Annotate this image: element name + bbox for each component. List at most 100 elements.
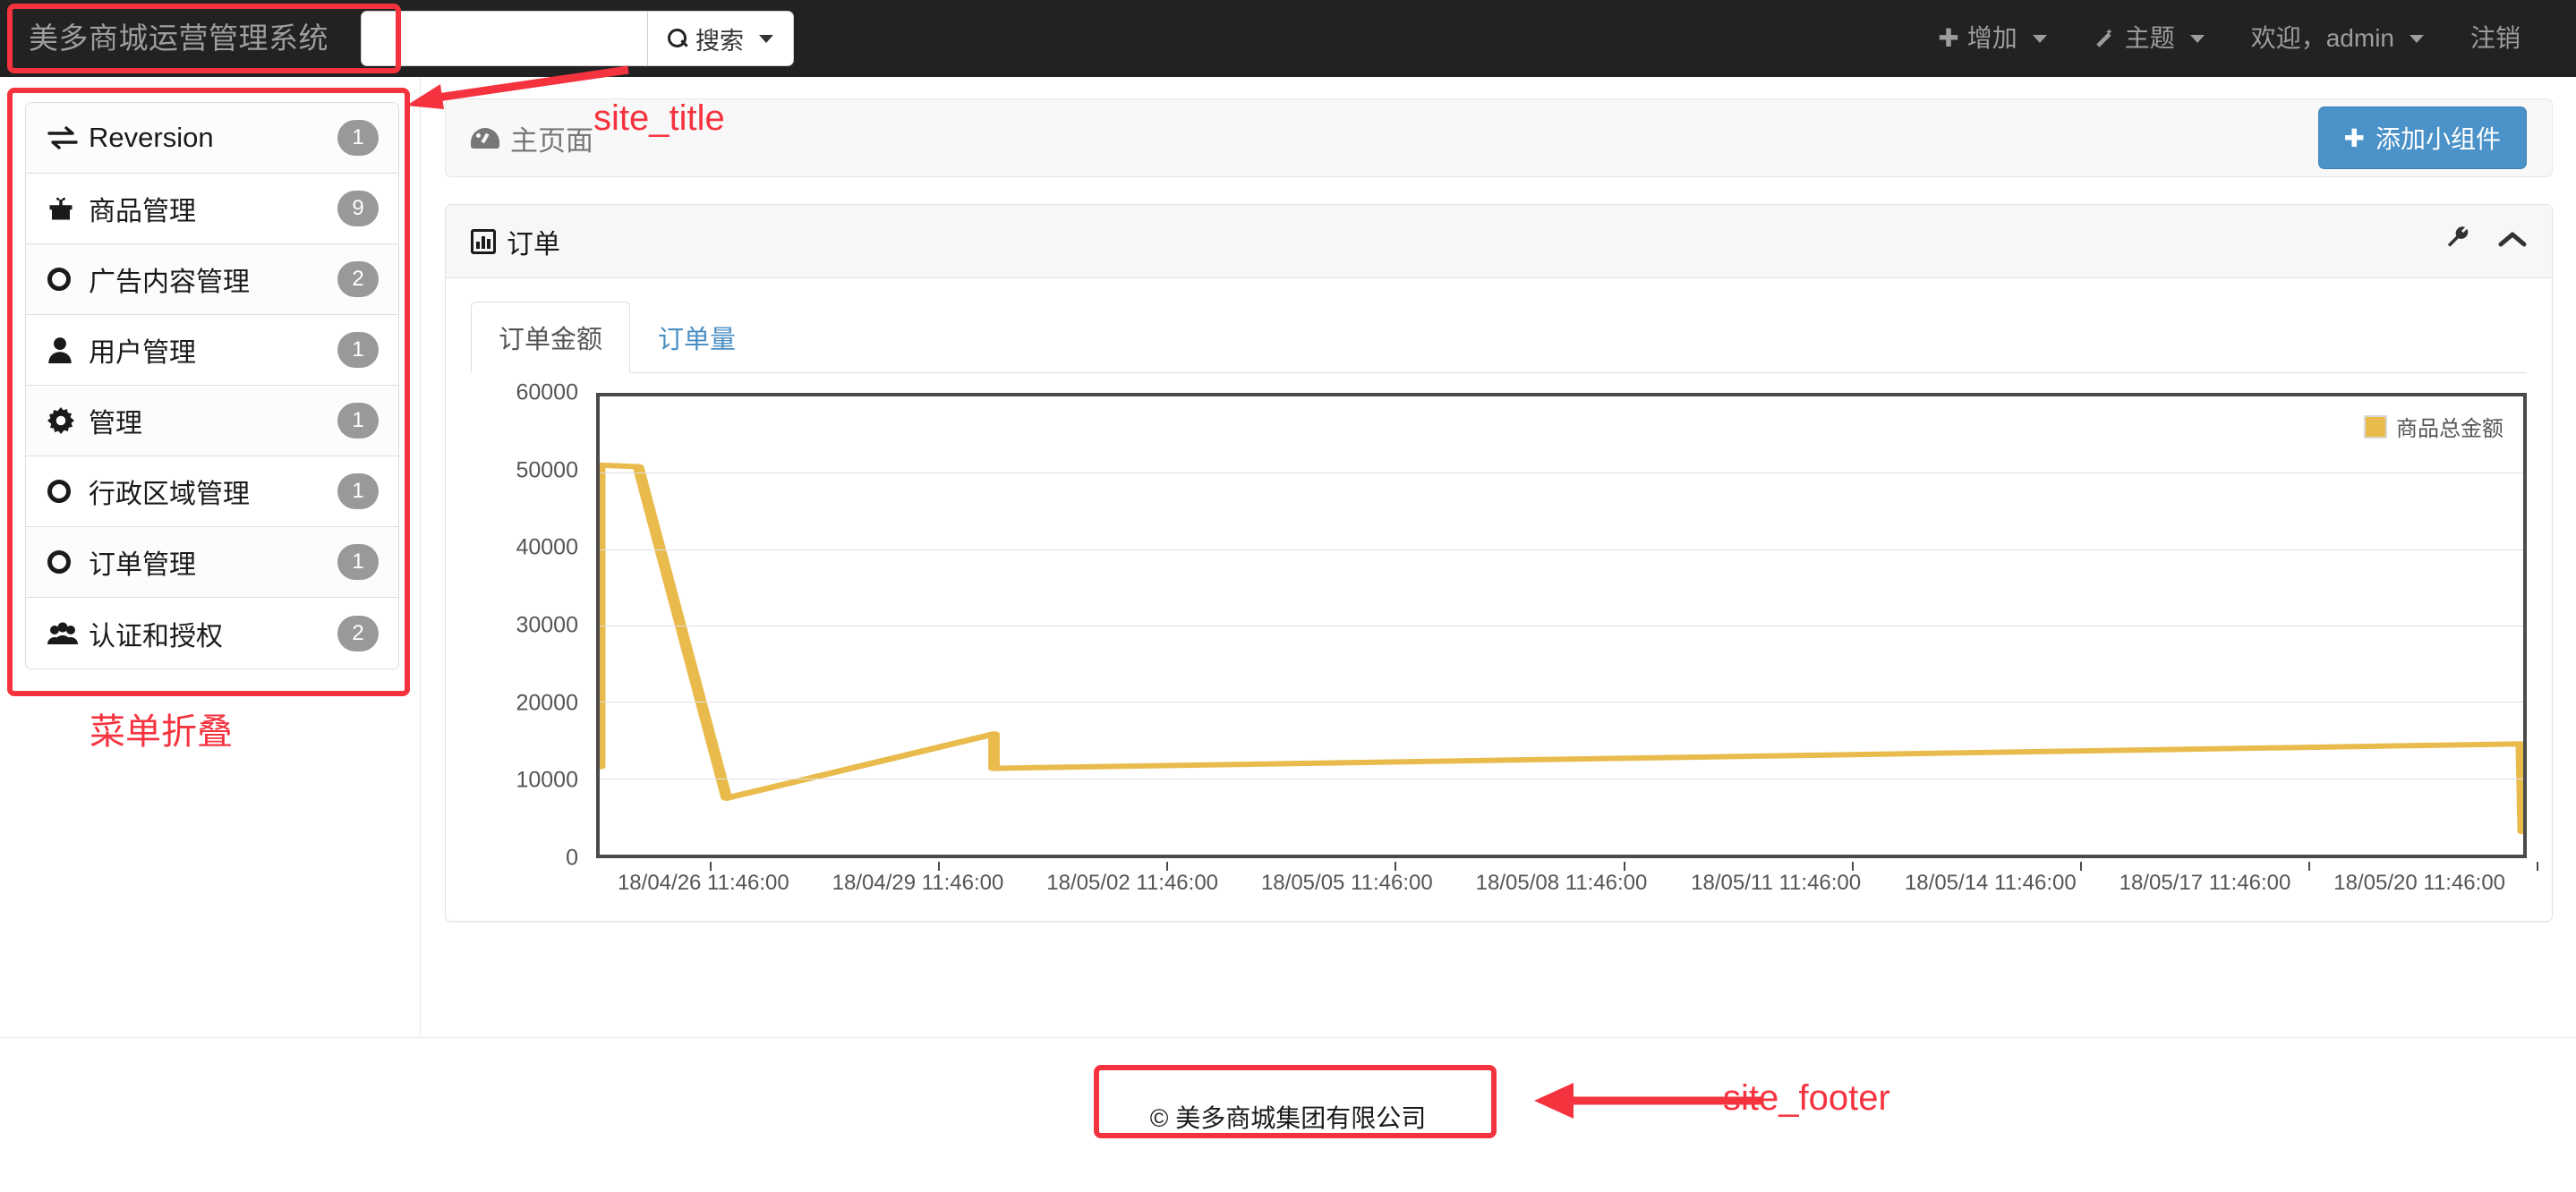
x-axis-tick	[1395, 862, 1397, 871]
y-tick-label: 0	[566, 845, 578, 871]
nav-item-logout-label: 注销	[2469, 24, 2521, 52]
series-商品总金额	[593, 462, 2529, 835]
x-tick-label: 18/04/26 11:46:00	[617, 871, 789, 895]
legend-label: 商品总金额	[2396, 417, 2503, 441]
orders-panel: 订单 订单金额 订单量 0 10000 20000 30000 40000 50…	[445, 204, 2553, 922]
circle-icon	[47, 550, 85, 574]
magic-wand-icon	[2095, 29, 2112, 47]
nav-item-add-label: 增加	[1966, 24, 2017, 52]
sidebar-item-label: 行政区域管理	[89, 480, 250, 509]
site-footer: © 美多商城集团有限公司	[0, 1037, 2576, 1192]
x-tick-label: 18/05/11 11:46:00	[1691, 871, 1862, 895]
sidebar-item-product-management[interactable]: 商品管理 9	[26, 174, 398, 244]
panel-body: 订单金额 订单量 0 10000 20000 30000 40000 50000 60000…	[446, 278, 2552, 921]
nav-item-add[interactable]: ✚ 增加	[1915, 0, 2069, 77]
chart-x-axis: 18/04/26 11:46:00 18/04/29 11:46:00 18/05/…	[596, 871, 2527, 907]
x-axis-tick	[2308, 862, 2311, 871]
sidebar-item-badge: 1	[337, 120, 379, 156]
sidebar-item-auth[interactable]: 认证和授权 2	[26, 598, 398, 668]
sidebar-item-badge: 2	[337, 615, 379, 651]
sidebar-item-region-management[interactable]: 行政区域管理 1	[26, 456, 398, 527]
x-axis-tick	[937, 862, 940, 871]
chart-y-axis: 0 10000 20000 30000 40000 50000 60000	[471, 380, 589, 871]
app-root: 美多商城运营管理系统 搜索 ✚ 增加 主题 欢迎，admin 注销 Revers…	[0, 0, 2576, 1192]
y-tick-label: 50000	[516, 457, 578, 483]
sidebar-item-label: 管理	[89, 409, 142, 438]
sidebar-item-label: 订单管理	[89, 550, 196, 580]
chevron-down-icon	[2032, 34, 2047, 43]
sidebar-item-badge: 1	[337, 403, 379, 438]
nav-item-user-label: 欢迎，admin	[2250, 24, 2394, 52]
x-axis-tick	[1166, 862, 1169, 871]
chevron-down-icon	[759, 34, 773, 43]
tab-order-count[interactable]: 订单量	[630, 302, 763, 373]
panel-title-text: 订单	[507, 229, 560, 260]
search-button-label: 搜索	[695, 27, 744, 55]
plus-icon: ✚	[1938, 24, 1959, 52]
chart-tabs: 订单金额 订单量	[471, 302, 2527, 373]
x-tick-label: 18/05/05 11:46:00	[1260, 871, 1433, 895]
chevron-down-icon	[2189, 34, 2205, 43]
add-widget-button[interactable]: ✚ 添加小组件	[2317, 106, 2527, 169]
x-axis-tick	[2537, 862, 2539, 871]
nav-item-theme[interactable]: 主题	[2070, 0, 2228, 77]
circle-icon	[47, 480, 85, 503]
sidebar-item-badge: 1	[337, 473, 379, 509]
y-tick-label: 60000	[516, 379, 578, 405]
sidebar: Reversion 1 商品管理 9 广告内容管理 2 用户管理 1 管理 1 …	[0, 77, 421, 1036]
nav-item-logout[interactable]: 注销	[2447, 0, 2544, 77]
plus-icon: ✚	[2343, 123, 2365, 152]
dashboard-icon	[471, 127, 499, 149]
circle-icon	[47, 268, 85, 291]
panel-title: 订单	[471, 222, 560, 261]
sidebar-item-ad-content-management[interactable]: 广告内容管理 2	[26, 244, 398, 315]
footer-text: © 美多商城集团有限公司	[1149, 1104, 1427, 1132]
y-tick-label: 40000	[516, 534, 578, 560]
wrench-icon[interactable]	[2444, 226, 2471, 257]
main-content: 主页面 ✚ 添加小组件 订单 订单金额 订单量 0 10000 20000 30…	[422, 77, 2576, 1036]
chart-legend: 商品总金额	[2358, 407, 2509, 446]
sidebar-item-label: Reversion	[89, 122, 214, 153]
nav-item-user[interactable]: 欢迎，admin	[2228, 0, 2447, 77]
sidebar-item-reversion[interactable]: Reversion 1	[26, 103, 398, 174]
y-tick-label: 20000	[516, 690, 578, 716]
site-brand-title[interactable]: 美多商城运营管理系统	[0, 0, 354, 77]
user-icon	[47, 336, 85, 363]
users-icon	[47, 622, 85, 645]
x-tick-label: 18/05/08 11:46:00	[1475, 871, 1648, 895]
sidebar-item-admin[interactable]: 管理 1	[26, 386, 398, 456]
panel-tools	[2444, 226, 2527, 257]
search-group: 搜索	[361, 11, 794, 66]
x-tick-label: 18/05/14 11:46:00	[1904, 871, 2077, 895]
chart-plot-area: 商品总金额	[593, 393, 2529, 858]
search-input[interactable]	[361, 11, 647, 66]
y-tick-label: 30000	[516, 612, 578, 638]
tab-order-amount[interactable]: 订单金额	[471, 302, 631, 373]
chart-gridline	[600, 549, 2523, 550]
sidebar-item-user-management[interactable]: 用户管理 1	[26, 315, 398, 386]
sidebar-item-badge: 9	[337, 191, 379, 226]
gear-icon	[47, 407, 85, 434]
sidebar-item-label: 商品管理	[89, 197, 196, 226]
x-axis-tick	[2079, 862, 2082, 871]
x-axis-tick	[1623, 862, 1625, 871]
page-title-text: 主页面	[510, 124, 593, 157]
annotation-label-site-title: site_title	[593, 98, 725, 138]
sidebar-item-order-management[interactable]: 订单管理 1	[26, 527, 398, 598]
search-button[interactable]: 搜索	[647, 11, 794, 66]
sidebar-item-label: 认证和授权	[89, 621, 223, 651]
page-title: 主页面	[471, 118, 593, 158]
exchange-icon	[47, 126, 85, 149]
sidebar-menu: Reversion 1 商品管理 9 广告内容管理 2 用户管理 1 管理 1 …	[25, 102, 399, 669]
x-tick-label: 18/05/20 11:46:00	[2333, 871, 2506, 895]
sidebar-item-badge: 1	[337, 544, 379, 580]
panel-header: 订单	[446, 205, 2552, 278]
sidebar-item-badge: 1	[337, 332, 379, 368]
annotation-label-site-footer: site_footer	[1723, 1078, 1890, 1118]
add-widget-label: 添加小组件	[2375, 125, 2501, 153]
chevron-up-icon[interactable]	[2498, 229, 2527, 253]
bar-chart-icon	[471, 228, 496, 254]
x-tick-label: 18/05/17 11:46:00	[2119, 871, 2291, 895]
navbar-right-group: ✚ 增加 主题 欢迎，admin 注销	[1915, 0, 2576, 77]
sidebar-item-label: 广告内容管理	[89, 268, 250, 297]
